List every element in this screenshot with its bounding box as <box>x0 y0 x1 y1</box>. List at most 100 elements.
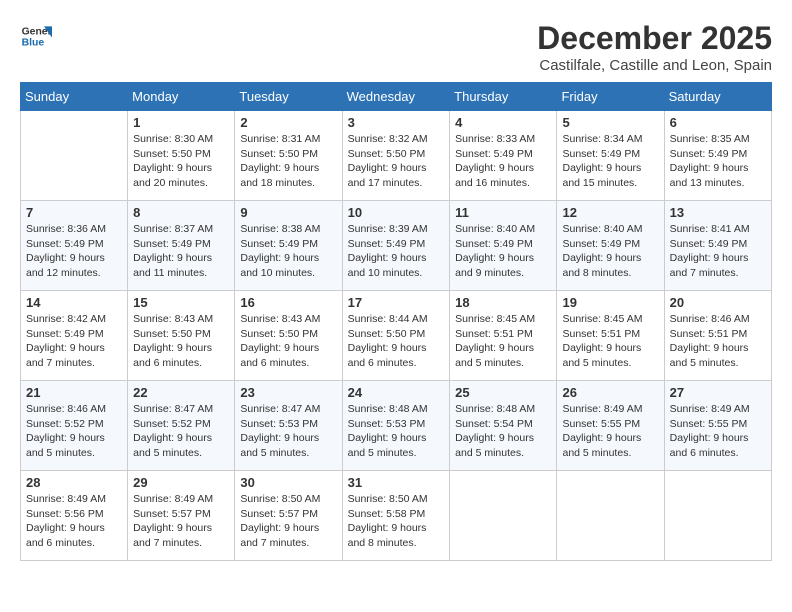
day-info: Sunrise: 8:49 AMSunset: 5:56 PMDaylight:… <box>26 492 122 551</box>
day-info: Sunrise: 8:41 AMSunset: 5:49 PMDaylight:… <box>670 222 766 281</box>
day-number: 26 <box>562 385 658 400</box>
col-sunday: Sunday <box>21 83 128 111</box>
day-info: Sunrise: 8:49 AMSunset: 5:55 PMDaylight:… <box>670 402 766 461</box>
col-saturday: Saturday <box>664 83 771 111</box>
calendar-table: Sunday Monday Tuesday Wednesday Thursday… <box>20 82 772 561</box>
day-number: 20 <box>670 295 766 310</box>
title-block: December 2025 Castilfale, Castille and L… <box>537 20 772 74</box>
table-row: 19 Sunrise: 8:45 AMSunset: 5:51 PMDayligh… <box>557 291 664 381</box>
page-header: General Blue December 2025 Castilfale, C… <box>20 20 772 74</box>
day-number: 22 <box>133 385 229 400</box>
table-row: 16Sunrise: 8:43 AMSunset: 5:50 PMDayligh… <box>235 291 342 381</box>
day-number: 12 <box>562 205 658 220</box>
table-row <box>21 111 128 201</box>
day-number: 29 <box>133 475 229 490</box>
table-row: 18Sunrise: 8:45 AMSunset: 5:51 PMDayligh… <box>450 291 557 381</box>
day-info: Sunrise: 8:40 AMSunset: 5:49 PMDaylight:… <box>455 222 551 281</box>
table-row: 31 Sunrise: 8:50 AMSunset: 5:58 PMDayligh… <box>342 471 450 561</box>
table-row: 27 Sunrise: 8:49 AMSunset: 5:55 PMDayligh… <box>664 381 771 471</box>
day-info: Sunrise: 8:30 AMSunset: 5:50 PMDaylight:… <box>133 132 229 191</box>
day-number: 13 <box>670 205 766 220</box>
day-number: 18 <box>455 295 551 310</box>
day-number: 7 <box>26 205 122 220</box>
table-row: 4Sunrise: 8:33 AMSunset: 5:49 PMDaylight… <box>450 111 557 201</box>
day-number: 4 <box>455 115 551 130</box>
table-row: 23 Sunrise: 8:47 AMSunset: 5:53 PMDayligh… <box>235 381 342 471</box>
day-info: Sunrise: 8:47 AMSunset: 5:53 PMDaylight:… <box>240 402 336 461</box>
day-info: Sunrise: 8:43 AMSunset: 5:50 PMDaylight:… <box>133 312 229 371</box>
day-info: Sunrise: 8:47 AMSunset: 5:52 PMDaylight:… <box>133 402 229 461</box>
table-row: 29Sunrise: 8:49 AMSunset: 5:57 PMDayligh… <box>128 471 235 561</box>
day-number: 30 <box>240 475 336 490</box>
day-info: Sunrise: 8:46 AMSunset: 5:52 PMDaylight:… <box>26 402 122 461</box>
day-info: Sunrise: 8:32 AMSunset: 5:50 PMDaylight:… <box>348 132 445 191</box>
day-info: Sunrise: 8:40 AMSunset: 5:49 PMDaylight:… <box>562 222 658 281</box>
table-row: 25 Sunrise: 8:48 AMSunset: 5:54 PMDayligh… <box>450 381 557 471</box>
day-info: Sunrise: 8:35 AMSunset: 5:49 PMDaylight:… <box>670 132 766 191</box>
location-subtitle: Castilfale, Castille and Leon, Spain <box>537 57 772 74</box>
calendar-week-4: 21Sunrise: 8:46 AMSunset: 5:52 PMDayligh… <box>21 381 772 471</box>
day-number: 19 <box>562 295 658 310</box>
table-row: 13 Sunrise: 8:41 AMSunset: 5:49 PMDayligh… <box>664 201 771 291</box>
day-number: 25 <box>455 385 551 400</box>
table-row <box>664 471 771 561</box>
table-row: 12 Sunrise: 8:40 AMSunset: 5:49 PMDayligh… <box>557 201 664 291</box>
table-row: 9 Sunrise: 8:38 AMSunset: 5:49 PMDaylight… <box>235 201 342 291</box>
day-number: 28 <box>26 475 122 490</box>
month-title: December 2025 <box>537 20 772 57</box>
day-info: Sunrise: 8:34 AMSunset: 5:49 PMDaylight:… <box>562 132 658 191</box>
day-info: Sunrise: 8:38 AMSunset: 5:49 PMDaylight:… <box>240 222 336 281</box>
day-number: 11 <box>455 205 551 220</box>
day-number: 2 <box>240 115 336 130</box>
table-row: 14Sunrise: 8:42 AMSunset: 5:49 PMDayligh… <box>21 291 128 381</box>
day-number: 9 <box>240 205 336 220</box>
table-row: 30Sunrise: 8:50 AMSunset: 5:57 PMDayligh… <box>235 471 342 561</box>
day-number: 3 <box>348 115 445 130</box>
calendar-week-1: 1Sunrise: 8:30 AMSunset: 5:50 PMDaylight… <box>21 111 772 201</box>
day-info: Sunrise: 8:44 AMSunset: 5:50 PMDaylight:… <box>348 312 445 371</box>
col-friday: Friday <box>557 83 664 111</box>
day-number: 31 <box>348 475 445 490</box>
table-row: 5Sunrise: 8:34 AMSunset: 5:49 PMDaylight… <box>557 111 664 201</box>
calendar-header-row: Sunday Monday Tuesday Wednesday Thursday… <box>21 83 772 111</box>
day-info: Sunrise: 8:31 AMSunset: 5:50 PMDaylight:… <box>240 132 336 191</box>
day-info: Sunrise: 8:46 AMSunset: 5:51 PMDaylight:… <box>670 312 766 371</box>
day-number: 8 <box>133 205 229 220</box>
table-row: 11 Sunrise: 8:40 AMSunset: 5:49 PMDayligh… <box>450 201 557 291</box>
table-row: 8 Sunrise: 8:37 AMSunset: 5:49 PMDaylight… <box>128 201 235 291</box>
day-number: 10 <box>348 205 445 220</box>
day-number: 27 <box>670 385 766 400</box>
day-info: Sunrise: 8:45 AMSunset: 5:51 PMDaylight:… <box>562 312 658 371</box>
logo-icon: General Blue <box>20 20 52 52</box>
table-row: 20 Sunrise: 8:46 AMSunset: 5:51 PMDayligh… <box>664 291 771 381</box>
day-number: 17 <box>348 295 445 310</box>
table-row: 17 Sunrise: 8:44 AMSunset: 5:50 PMDayligh… <box>342 291 450 381</box>
col-wednesday: Wednesday <box>342 83 450 111</box>
day-number: 15 <box>133 295 229 310</box>
table-row <box>450 471 557 561</box>
day-info: Sunrise: 8:37 AMSunset: 5:49 PMDaylight:… <box>133 222 229 281</box>
col-thursday: Thursday <box>450 83 557 111</box>
calendar-week-5: 28 Sunrise: 8:49 AMSunset: 5:56 PMDayligh… <box>21 471 772 561</box>
table-row: 28 Sunrise: 8:49 AMSunset: 5:56 PMDayligh… <box>21 471 128 561</box>
day-info: Sunrise: 8:49 AMSunset: 5:55 PMDaylight:… <box>562 402 658 461</box>
day-number: 23 <box>240 385 336 400</box>
day-info: Sunrise: 8:48 AMSunset: 5:54 PMDaylight:… <box>455 402 551 461</box>
day-info: Sunrise: 8:43 AMSunset: 5:50 PMDaylight:… <box>240 312 336 371</box>
table-row: 6 Sunrise: 8:35 AMSunset: 5:49 PMDaylight… <box>664 111 771 201</box>
table-row: 21Sunrise: 8:46 AMSunset: 5:52 PMDayligh… <box>21 381 128 471</box>
day-number: 24 <box>348 385 445 400</box>
table-row: 3 Sunrise: 8:32 AMSunset: 5:50 PMDaylight… <box>342 111 450 201</box>
day-info: Sunrise: 8:42 AMSunset: 5:49 PMDaylight:… <box>26 312 122 371</box>
logo: General Blue <box>20 20 52 52</box>
day-number: 6 <box>670 115 766 130</box>
svg-text:Blue: Blue <box>22 38 45 49</box>
table-row: 24 Sunrise: 8:48 AMSunset: 5:53 PMDayligh… <box>342 381 450 471</box>
table-row: 10Sunrise: 8:39 AMSunset: 5:49 PMDayligh… <box>342 201 450 291</box>
day-info: Sunrise: 8:36 AMSunset: 5:49 PMDaylight:… <box>26 222 122 281</box>
day-info: Sunrise: 8:50 AMSunset: 5:58 PMDaylight:… <box>348 492 445 551</box>
table-row: 2 Sunrise: 8:31 AMSunset: 5:50 PMDaylight… <box>235 111 342 201</box>
day-info: Sunrise: 8:48 AMSunset: 5:53 PMDaylight:… <box>348 402 445 461</box>
calendar-week-3: 14Sunrise: 8:42 AMSunset: 5:49 PMDayligh… <box>21 291 772 381</box>
table-row: 1Sunrise: 8:30 AMSunset: 5:50 PMDaylight… <box>128 111 235 201</box>
